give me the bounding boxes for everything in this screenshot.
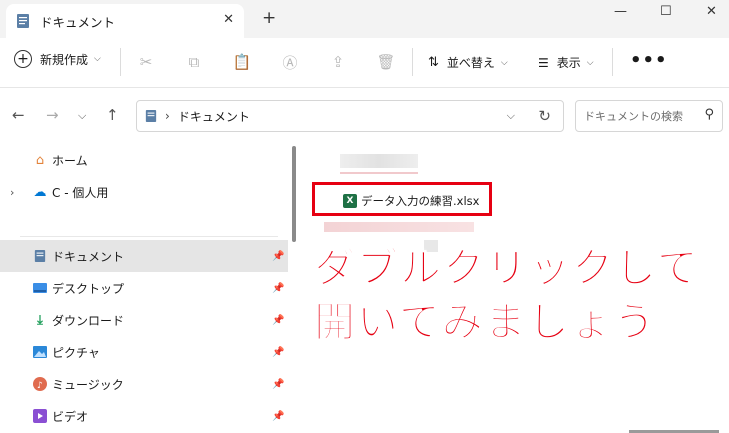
pin-icon[interactable]: 📌 bbox=[272, 411, 284, 422]
forward-arrow-icon[interactable]: → bbox=[46, 106, 59, 124]
document-icon bbox=[32, 248, 48, 264]
sidebar-item-label: C - 個人用 bbox=[52, 185, 109, 200]
instruction-caption-line1: ダブルクリックして bbox=[314, 244, 700, 292]
view-label: 表示 bbox=[556, 56, 581, 70]
chevron-right-icon[interactable]: › bbox=[10, 186, 14, 199]
more-options-button[interactable]: ••• bbox=[630, 50, 668, 71]
home-icon: ⌂ bbox=[35, 152, 45, 168]
document-icon bbox=[17, 14, 29, 28]
svg-text:♪: ♪ bbox=[37, 381, 43, 391]
rename-icon[interactable]: Ⓐ bbox=[280, 52, 300, 72]
pin-icon[interactable]: 📌 bbox=[272, 347, 284, 358]
blurred-file-name bbox=[324, 222, 474, 232]
pin-icon[interactable]: 📌 bbox=[272, 315, 284, 326]
paste-icon[interactable]: 📋 bbox=[232, 52, 252, 72]
toolbar-divider bbox=[120, 48, 121, 76]
search-placeholder: ドキュメントの検索 bbox=[584, 110, 683, 123]
download-icon: ⤓ bbox=[37, 312, 43, 328]
new-tab-button[interactable]: + bbox=[262, 8, 276, 28]
refresh-icon[interactable]: ↻ bbox=[538, 107, 551, 125]
cloud-icon: ☁ bbox=[33, 184, 47, 200]
back-arrow-icon[interactable]: ← bbox=[12, 106, 25, 124]
navigation-pane: ⌂ ホーム › ☁ C - 個人用 ドキュメント 📌 デスクトップ 📌 ⤓ ダウ… bbox=[0, 144, 300, 433]
sidebar-item-home[interactable]: ⌂ ホーム bbox=[0, 144, 288, 176]
sidebar-item-label: ピクチャ bbox=[52, 345, 100, 360]
view-icon: ☰ bbox=[538, 55, 549, 70]
tab-title: ドキュメント bbox=[40, 14, 116, 30]
sidebar-item-pictures[interactable]: ピクチャ 📌 bbox=[0, 336, 288, 368]
sort-button[interactable]: ⇅ 並べ替え ⌵ bbox=[428, 54, 508, 71]
sort-label: 並べ替え bbox=[446, 56, 495, 70]
search-icon[interactable]: ⚲ bbox=[704, 107, 714, 122]
copy-icon[interactable]: ⧉ bbox=[184, 52, 204, 72]
blurred-file-name bbox=[340, 154, 418, 168]
sidebar-item-videos[interactable]: ビデオ 📌 bbox=[0, 400, 288, 432]
file-list: X データ入力の練習.xlsx ダブルクリックして 開いてみましょう bbox=[300, 144, 729, 433]
breadcrumb-documents[interactable]: ドキュメント bbox=[178, 108, 250, 125]
sidebar-item-music[interactable]: ♪ ミュージック 📌 bbox=[0, 368, 288, 400]
sidebar-divider bbox=[20, 236, 278, 237]
delete-icon[interactable]: 🗑 bbox=[376, 52, 396, 72]
close-window-button[interactable]: ✕ bbox=[706, 4, 717, 19]
sidebar-scrollbar[interactable] bbox=[292, 146, 296, 242]
new-button[interactable]: + 新規作成 ⌵ bbox=[14, 50, 101, 68]
pin-icon[interactable]: 📌 bbox=[272, 283, 284, 294]
toolbar-divider bbox=[412, 48, 413, 76]
sidebar-item-label: ダウンロード bbox=[52, 313, 125, 328]
pictures-icon bbox=[32, 344, 48, 360]
share-icon[interactable]: ⇪ bbox=[328, 52, 348, 72]
plus-circle-icon: + bbox=[14, 50, 32, 68]
excel-file-icon: X bbox=[343, 194, 357, 208]
breadcrumb-chevron-icon[interactable]: › bbox=[165, 109, 170, 123]
cut-icon[interactable]: ✂ bbox=[136, 52, 156, 72]
video-icon bbox=[32, 408, 48, 424]
view-button[interactable]: ☰ 表示 ⌵ bbox=[538, 54, 594, 71]
sidebar-item-label: デスクトップ bbox=[52, 281, 125, 296]
sidebar-item-desktop[interactable]: デスクトップ 📌 bbox=[0, 272, 288, 304]
toolbar-divider bbox=[612, 48, 613, 76]
tab-documents[interactable]: ドキュメント ✕ bbox=[6, 4, 244, 38]
new-button-label: 新規作成 bbox=[40, 52, 89, 67]
sidebar-item-downloads[interactable]: ⤓ ダウンロード 📌 bbox=[0, 304, 288, 336]
chevron-down-icon: ⌵ bbox=[500, 57, 508, 68]
up-arrow-icon[interactable]: ↑ bbox=[106, 106, 119, 124]
recent-locations-icon[interactable]: ⌵ bbox=[78, 109, 86, 123]
sort-icon: ⇅ bbox=[428, 55, 439, 70]
maximize-button[interactable]: ☐ bbox=[660, 4, 672, 19]
search-input[interactable]: ドキュメントの検索 ⚲ bbox=[575, 100, 723, 132]
chevron-down-icon: ⌵ bbox=[94, 54, 101, 64]
pin-icon[interactable]: 📌 bbox=[272, 379, 284, 390]
chevron-down-icon[interactable]: ⌵ bbox=[507, 109, 515, 123]
sidebar-item-documents[interactable]: ドキュメント 📌 bbox=[0, 240, 288, 272]
minimize-button[interactable]: — bbox=[614, 4, 627, 19]
sidebar-item-label: ホーム bbox=[52, 153, 88, 168]
address-row: ← → ⌵ ↑ › ドキュメント ⌵ ↻ ドキュメントの検索 ⚲ bbox=[0, 88, 729, 144]
command-bar: + 新規作成 ⌵ ✂ ⧉ 📋 Ⓐ ⇪ 🗑 ⇅ 並べ替え ⌵ ☰ 表示 ⌵ ••• bbox=[0, 38, 729, 88]
address-bar[interactable]: › ドキュメント ⌵ ↻ bbox=[136, 100, 564, 132]
document-icon bbox=[145, 110, 157, 122]
sidebar-item-label: ビデオ bbox=[52, 409, 89, 424]
file-name[interactable]: データ入力の練習.xlsx bbox=[361, 193, 479, 209]
music-icon: ♪ bbox=[32, 376, 48, 392]
title-bar: ドキュメント ✕ + — ☐ ✕ bbox=[0, 0, 729, 38]
blurred-underline bbox=[340, 172, 418, 174]
sidebar-item-label: ドキュメント bbox=[52, 249, 125, 264]
sidebar-item-label: ミュージック bbox=[52, 377, 124, 392]
pin-icon[interactable]: 📌 bbox=[272, 251, 284, 262]
desktop-icon bbox=[32, 280, 48, 296]
chevron-down-icon: ⌵ bbox=[586, 57, 594, 68]
file-item-highlight[interactable]: X データ入力の練習.xlsx bbox=[312, 182, 492, 216]
instruction-caption-line2: 開いてみましょう bbox=[314, 298, 657, 346]
close-tab-icon[interactable]: ✕ bbox=[223, 12, 234, 27]
sidebar-item-onedrive[interactable]: › ☁ C - 個人用 bbox=[0, 176, 288, 208]
